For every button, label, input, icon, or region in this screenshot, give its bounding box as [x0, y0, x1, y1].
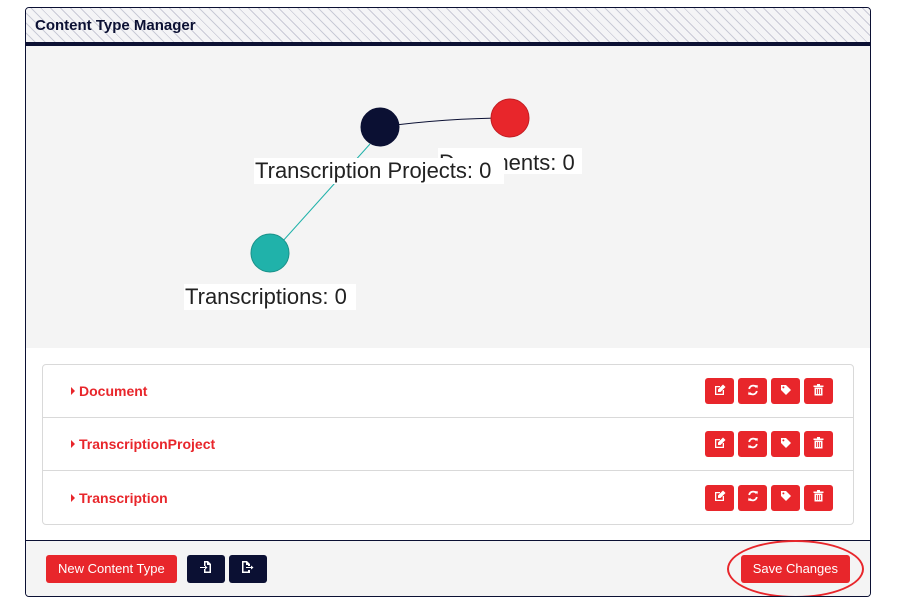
- edit-icon: [714, 490, 726, 505]
- file-import-icon: [199, 560, 213, 577]
- panel-header: Content Type Manager: [26, 8, 870, 46]
- refresh-icon: [747, 437, 759, 452]
- footer-toolbar: New Content Type Save Changes: [26, 539, 870, 596]
- relationship-graph[interactable]: Documents: 0 Transcription Projects: 0 T…: [26, 46, 870, 348]
- edit-button[interactable]: [705, 484, 734, 511]
- refresh-icon: [747, 384, 759, 399]
- content-type-name: Document: [79, 383, 148, 399]
- panel-title: Content Type Manager: [35, 16, 196, 34]
- refresh-button[interactable]: [738, 378, 767, 404]
- file-export-icon: [241, 560, 255, 577]
- content-type-list: Document TranscriptionProject Transcript…: [42, 364, 854, 525]
- edit-icon: [714, 437, 726, 452]
- graph-node-documents[interactable]: [490, 98, 530, 138]
- refresh-button[interactable]: [738, 431, 767, 457]
- content-type-toggle[interactable]: Transcription: [71, 490, 168, 506]
- delete-button[interactable]: [804, 484, 833, 511]
- tag-button[interactable]: [771, 484, 800, 511]
- caret-right-icon: [71, 493, 75, 502]
- content-type-list-wrapper: Document TranscriptionProject Transcript…: [26, 348, 870, 543]
- export-button[interactable]: [228, 554, 267, 583]
- trash-icon: [813, 436, 824, 452]
- edit-button[interactable]: [705, 431, 734, 457]
- tag-icon: [780, 384, 792, 399]
- save-changes-button[interactable]: Save Changes: [740, 554, 850, 583]
- caret-right-icon: [71, 387, 75, 395]
- delete-button[interactable]: [804, 431, 833, 457]
- graph-label-transcriptions: Transcriptions: 0: [185, 284, 347, 309]
- content-type-toggle[interactable]: TranscriptionProject: [71, 436, 215, 452]
- edit-icon: [714, 384, 726, 399]
- content-type-manager-panel: Content Type Manager Documents: 0 Transc…: [25, 7, 871, 597]
- row-actions: [705, 484, 833, 511]
- content-type-row: Transcription: [43, 471, 853, 524]
- tag-button[interactable]: [771, 431, 800, 457]
- graph-node-transcriptions[interactable]: [250, 233, 290, 273]
- content-type-name: Transcription: [79, 489, 168, 506]
- content-type-row: Document: [43, 365, 853, 418]
- refresh-button[interactable]: [738, 484, 767, 511]
- import-button[interactable]: [186, 554, 225, 583]
- content-type-name: TranscriptionProject: [79, 436, 216, 452]
- refresh-icon: [747, 490, 759, 505]
- new-content-type-button[interactable]: New Content Type: [46, 554, 177, 583]
- caret-right-icon: [71, 440, 75, 448]
- trash-icon: [813, 383, 824, 399]
- tag-icon: [780, 437, 792, 452]
- edit-button[interactable]: [705, 378, 734, 404]
- trash-icon: [813, 490, 824, 505]
- content-type-row: TranscriptionProject: [43, 418, 853, 471]
- row-actions: [705, 378, 833, 404]
- content-type-toggle[interactable]: Document: [71, 383, 147, 399]
- graph-label-transcription-projects: Transcription Projects: 0: [255, 158, 491, 183]
- tag-icon: [780, 490, 792, 505]
- tag-button[interactable]: [771, 378, 800, 404]
- graph-edge-projects-documents: [379, 117, 511, 128]
- graph-node-transcription-projects[interactable]: [360, 107, 400, 147]
- graph-canvas[interactable]: Documents: 0 Transcription Projects: 0 T…: [26, 46, 871, 348]
- delete-button[interactable]: [804, 378, 833, 404]
- row-actions: [705, 431, 833, 457]
